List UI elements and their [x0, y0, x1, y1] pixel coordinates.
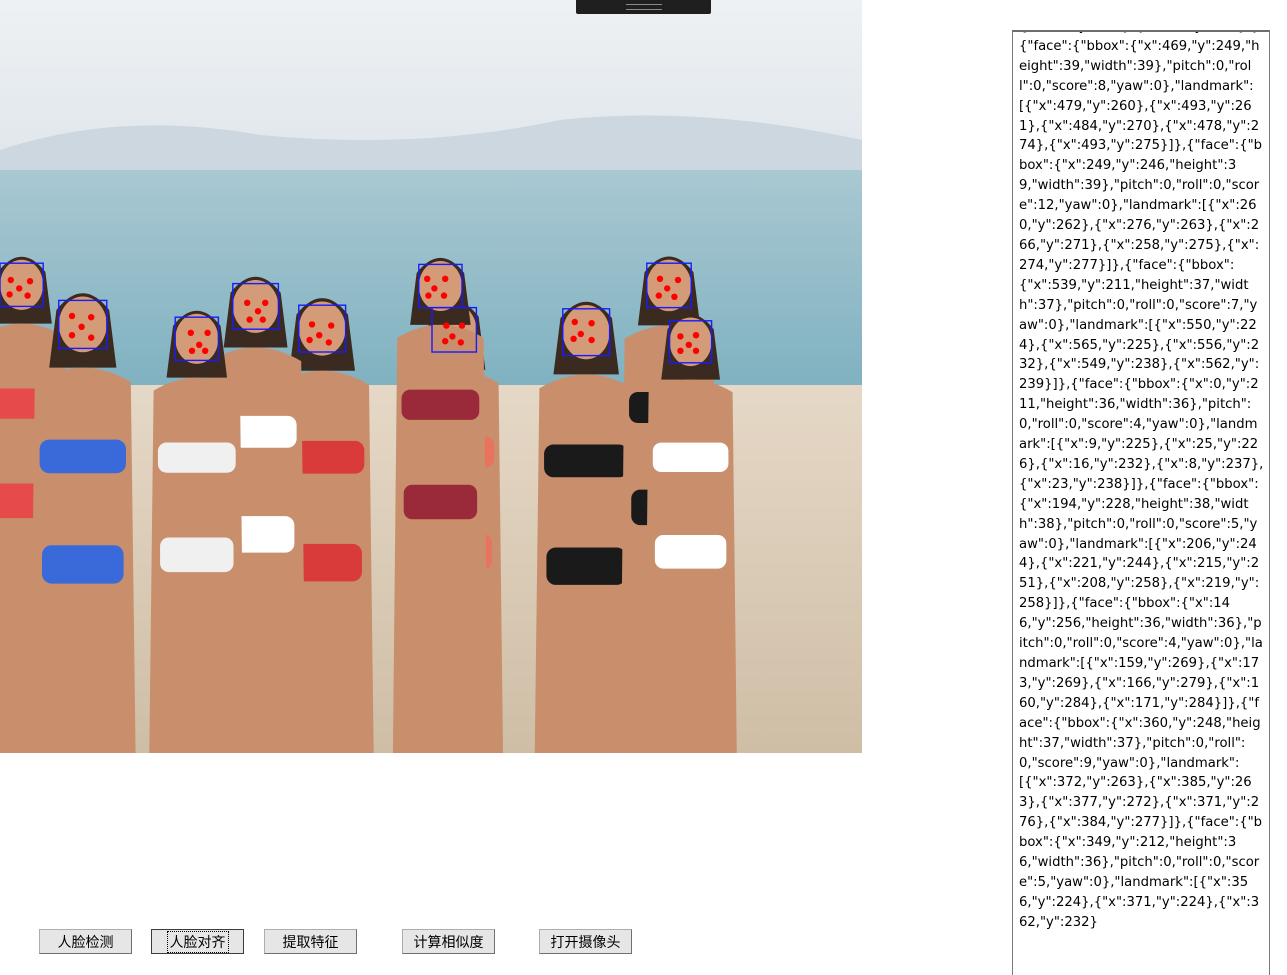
face-landmark-point: [316, 332, 323, 339]
person-face: [646, 259, 692, 312]
face-landmark-point: [571, 318, 578, 326]
face-landmark-point: [196, 341, 203, 348]
face-landmark-point: [588, 320, 595, 327]
person-swimsuit-bottom: [546, 547, 626, 585]
person-swimsuit-bottom: [403, 484, 478, 520]
person-swimsuit-top: [544, 444, 629, 478]
face-landmark-point: [588, 336, 595, 344]
face-landmark-point: [78, 323, 85, 330]
result-json-text: {"x":60,"y":271},{"x":76,"y":273}]},{"fa…: [1019, 32, 1264, 930]
face-landmark-point: [308, 321, 316, 328]
photo-canvas: [0, 0, 862, 753]
face-landmark-point: [674, 276, 682, 284]
extract-feature-label: 提取特征: [282, 934, 339, 951]
face-landmark-point: [671, 293, 678, 300]
face-landmark-point: [449, 333, 456, 340]
face-landmark-point: [443, 322, 450, 329]
face-landmark-point: [204, 329, 211, 336]
face-landmark-point: [457, 339, 464, 346]
person-face: [418, 260, 462, 312]
face-landmark-point: [88, 334, 95, 341]
face-align-label: 人脸对齐: [166, 930, 229, 953]
person-face: [232, 279, 279, 333]
face-landmark-point: [16, 285, 23, 292]
person-body: [392, 324, 488, 753]
face-landmark-point: [685, 341, 692, 348]
person-swimsuit-top: [401, 389, 480, 420]
face-landmark-point: [677, 333, 684, 340]
face-landmark-point: [188, 347, 196, 354]
face-landmark-point: [692, 332, 700, 339]
face-landmark-point: [425, 292, 432, 299]
face-landmark-point: [458, 322, 466, 329]
face-landmark-point: [68, 312, 76, 320]
face-landmark-point: [440, 292, 448, 299]
face-align-button[interactable]: 人脸对齐: [151, 929, 244, 954]
person-face: [0, 259, 44, 310]
result-textarea[interactable]: {"x":60,"y":271},{"x":76,"y":273}]},{"fa…: [1012, 30, 1270, 975]
face-detect-button[interactable]: 人脸检测: [39, 929, 132, 954]
face-landmark-point: [431, 285, 438, 292]
face-landmark-point: [692, 347, 700, 354]
face-landmark-point: [306, 336, 313, 344]
person-face: [669, 317, 712, 367]
face-landmark-point: [656, 275, 664, 282]
person-swimsuit-top: [652, 442, 729, 472]
extract-feature-button[interactable]: 提取特征: [264, 929, 357, 954]
face-landmark-point: [68, 332, 76, 339]
face-landmark-point: [259, 316, 266, 323]
face-landmark-point: [328, 322, 335, 329]
face-landmark-point: [262, 299, 269, 306]
face-landmark-point: [244, 299, 251, 306]
person-swimsuit-bottom: [654, 535, 727, 569]
face-landmark-point: [655, 292, 662, 299]
open-camera-label: 打开摄像头: [550, 934, 621, 951]
face-landmark-point: [570, 335, 577, 342]
face-landmark-point: [6, 291, 13, 298]
face-landmark-point: [424, 275, 431, 282]
face-landmark-point: [88, 314, 95, 321]
person-face: [175, 313, 219, 364]
person-swimsuit-top: [39, 439, 126, 474]
person-face: [562, 305, 610, 360]
person-swimsuit-top: [157, 442, 236, 473]
face-landmark-point: [325, 339, 332, 346]
face-landmark-point: [187, 329, 194, 336]
face-landmark-point: [246, 316, 253, 323]
face-landmark-point: [24, 292, 31, 299]
face-landmark-point: [677, 347, 684, 354]
face-landmark-point: [26, 278, 34, 285]
face-landmark-point: [202, 347, 209, 354]
detection-photo: [0, 0, 862, 753]
open-camera-button[interactable]: 打开摄像头: [539, 929, 632, 954]
face-landmark-point: [664, 285, 671, 292]
face-detect-label: 人脸检测: [57, 934, 114, 951]
face-landmark-point: [254, 308, 262, 315]
face-landmark-point: [7, 276, 14, 284]
grip-icon: [626, 4, 662, 10]
person-swimsuit-bottom: [160, 537, 234, 573]
person-swimsuit-bottom: [42, 545, 124, 584]
face-landmark-point: [442, 338, 449, 345]
face-landmark-point: [442, 275, 449, 282]
face-landmark-point: [577, 330, 584, 338]
person-face: [298, 301, 346, 356]
compute-similarity-label: 计算相似度: [413, 934, 484, 951]
window-drag-handle[interactable]: [576, 0, 711, 14]
compute-similarity-button[interactable]: 计算相似度: [402, 929, 495, 954]
